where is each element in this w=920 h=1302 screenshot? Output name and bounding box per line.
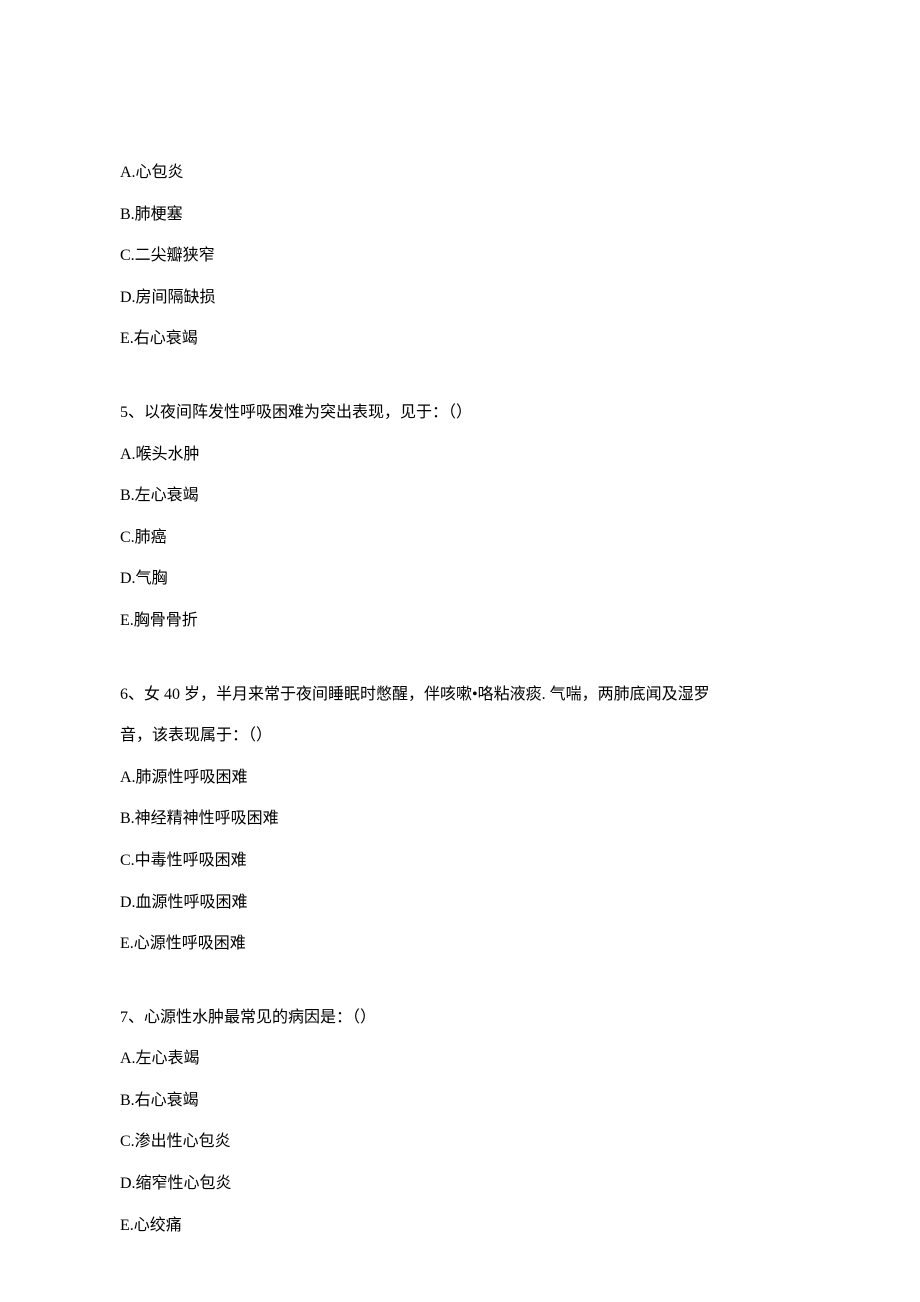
option-e: E.胸骨骨折 xyxy=(120,608,800,634)
option-c: C.二尖瓣狭窄 xyxy=(120,243,800,269)
option-b: B.神经精神性呼吸困难 xyxy=(120,806,800,832)
question-4-options-partial: A.心包炎 B.肺梗塞 C.二尖瓣狭窄 D.房间隔缺损 E.右心衰竭 xyxy=(120,160,800,352)
option-d: D.缩窄性心包炎 xyxy=(120,1171,800,1197)
question-7: 7、心源性水肿最常见的病因是：（） A.左心表竭 B.右心衰竭 C.渗出性心包炎… xyxy=(120,1005,800,1239)
option-a: A.心包炎 xyxy=(120,160,800,186)
option-b: B.左心衰竭 xyxy=(120,483,800,509)
question-text: 7、心源性水肿最常见的病因是：（） xyxy=(120,1005,800,1031)
option-b: B.肺梗塞 xyxy=(120,202,800,228)
option-d: D.房间隔缺损 xyxy=(120,285,800,311)
option-d: D.血源性呼吸困难 xyxy=(120,890,800,916)
question-text: 5、以夜间阵发性呼吸困难为突出表现，见于：（） xyxy=(120,400,800,426)
option-e: E.心绞痛 xyxy=(120,1213,800,1239)
option-e: E.右心衰竭 xyxy=(120,326,800,352)
question-text-line1: 6、女 40 岁，半月来常于夜间睡眠时憋醒，伴咳嗽•咯粘液痰. 气喘，两肺底闻及… xyxy=(120,682,800,708)
option-b: B.右心衰竭 xyxy=(120,1088,800,1114)
option-c: C.中毒性呼吸困难 xyxy=(120,848,800,874)
option-e: E.心源性呼吸困难 xyxy=(120,931,800,957)
option-c: C.渗出性心包炎 xyxy=(120,1129,800,1155)
option-d: D.气胸 xyxy=(120,566,800,592)
question-5: 5、以夜间阵发性呼吸困难为突出表现，见于：（） A.喉头水肿 B.左心衰竭 C.… xyxy=(120,400,800,634)
option-a: A.左心表竭 xyxy=(120,1046,800,1072)
option-c: C.肺癌 xyxy=(120,525,800,551)
question-text-line2: 音，该表现属于：（） xyxy=(120,723,800,749)
option-a: A.喉头水肿 xyxy=(120,442,800,468)
question-6: 6、女 40 岁，半月来常于夜间睡眠时憋醒，伴咳嗽•咯粘液痰. 气喘，两肺底闻及… xyxy=(120,682,800,957)
option-a: A.肺源性呼吸困难 xyxy=(120,765,800,791)
